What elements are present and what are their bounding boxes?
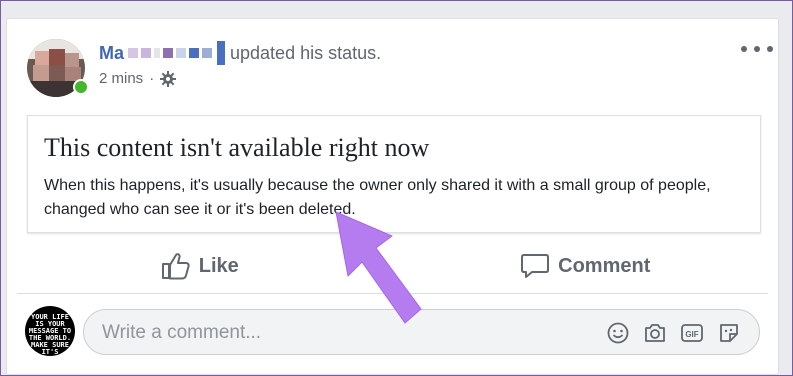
gear-icon[interactable] bbox=[160, 70, 177, 87]
comment-button[interactable]: Comment bbox=[393, 244, 779, 288]
author-name[interactable]: Ma bbox=[99, 43, 124, 64]
post-timestamp[interactable]: 2 mins bbox=[99, 70, 143, 87]
more-options-icon[interactable] bbox=[741, 41, 773, 57]
post-action-text: updated his status. bbox=[230, 42, 382, 63]
comment-input[interactable] bbox=[100, 320, 534, 346]
post-meta: 2 mins · bbox=[99, 70, 177, 87]
actions-divider bbox=[17, 293, 768, 294]
emoji-icon[interactable] bbox=[606, 321, 630, 345]
comment-input-box[interactable]: GIF bbox=[83, 309, 760, 355]
unavailable-content-notice: This content isn't available right now W… bbox=[27, 115, 761, 233]
comment-input-icons: GIF bbox=[606, 321, 741, 345]
gif-icon[interactable]: GIF bbox=[680, 321, 704, 345]
thumbs-up-icon bbox=[161, 253, 190, 280]
commenter-avatar[interactable]: YOUR LIFE IS YOUR MESSAGE TO THE WORLD. … bbox=[25, 306, 75, 356]
meta-separator: · bbox=[149, 70, 155, 87]
like-label: Like bbox=[198, 254, 239, 277]
post-actions-bar: Like Comment bbox=[7, 244, 778, 288]
post-card: Ma updated his status. 2 mins · This con… bbox=[6, 18, 779, 375]
online-status-dot bbox=[73, 79, 89, 95]
notice-body: When this happens, it's usually because … bbox=[44, 177, 711, 218]
commenter-avatar-text: YOUR LIFE IS YOUR MESSAGE TO THE WORLD. … bbox=[28, 313, 72, 357]
redacted-name bbox=[128, 48, 215, 58]
notice-title: This content isn't available right now bbox=[44, 133, 430, 162]
redacted-bar bbox=[217, 41, 226, 65]
comment-bubble-icon bbox=[521, 254, 550, 278]
camera-icon[interactable] bbox=[643, 321, 667, 345]
sticker-icon[interactable] bbox=[717, 321, 741, 345]
comment-label: Comment bbox=[558, 254, 651, 277]
post-header-line: Ma updated his status. bbox=[99, 41, 381, 65]
svg-text:GIF: GIF bbox=[685, 330, 698, 339]
like-button[interactable]: Like bbox=[7, 244, 393, 288]
